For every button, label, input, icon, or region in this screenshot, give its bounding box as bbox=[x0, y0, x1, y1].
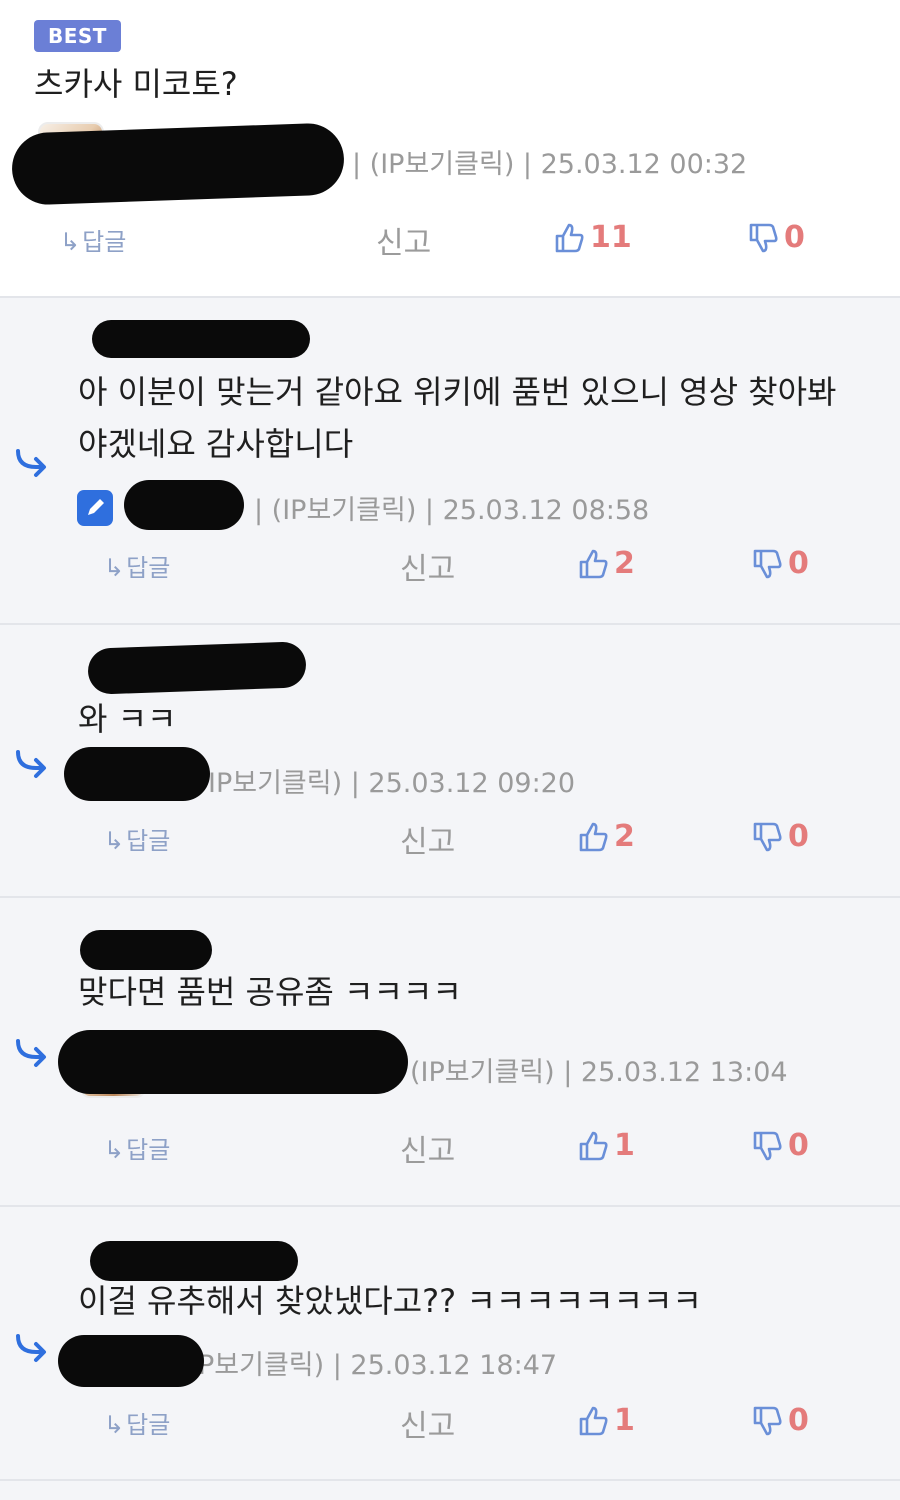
comment-text: 아 이분이 맞는거 같아요 위키에 품번 있으니 영상 찾아봐 야겠네요 감사합… bbox=[78, 373, 837, 463]
report-button[interactable]: 신고 bbox=[400, 544, 455, 588]
report-button[interactable]: 신고 bbox=[400, 817, 455, 861]
reply-arrow-icon bbox=[16, 1334, 46, 1362]
reply-label: 답글 bbox=[126, 1136, 171, 1164]
downvote-button[interactable]: 0 bbox=[752, 1128, 809, 1163]
thumbs-up-icon bbox=[579, 1131, 608, 1160]
reply-small-arrow-icon: ↳ bbox=[60, 228, 81, 256]
redacted-author bbox=[10, 122, 346, 206]
thumbs-down-icon bbox=[749, 223, 778, 252]
comment-meta: | (IP보기클릭) | 25.03.12 08:58 bbox=[254, 495, 650, 526]
pencil-icon bbox=[77, 490, 113, 526]
reply-label: 답글 bbox=[126, 1411, 171, 1439]
redacted-author bbox=[80, 930, 212, 970]
reply-comment: 아 이분이 맞는거 같아요 위키에 품번 있으니 영상 찾아봐 야겠네요 감사합… bbox=[0, 298, 900, 625]
upvote-count: 1 bbox=[614, 1128, 635, 1163]
report-button[interactable]: 신고 bbox=[376, 218, 431, 262]
thumbs-up-icon bbox=[555, 223, 584, 252]
comment-text: 맞다면 품번 공유좀 ㅋㅋㅋㅋ bbox=[78, 973, 462, 1011]
thumbs-down-icon bbox=[753, 1131, 782, 1160]
redacted-author bbox=[58, 1030, 408, 1094]
downvote-count: 0 bbox=[788, 819, 809, 854]
report-button[interactable]: 신고 bbox=[400, 1401, 455, 1445]
reply-button[interactable]: ↳답글 bbox=[60, 222, 126, 257]
reply-comment: 이걸 유추해서 찾았냈다고?? ㅋㅋㅋㅋㅋㅋㅋㅋ P보기클릭) | 25.03.… bbox=[0, 1207, 900, 1481]
thumbs-down-icon bbox=[753, 822, 782, 851]
upvote-count: 2 bbox=[614, 819, 635, 854]
upvote-button[interactable]: 11 bbox=[554, 220, 632, 255]
thumbs-up-icon bbox=[579, 1406, 608, 1435]
thumbs-up-icon bbox=[579, 822, 608, 851]
redacted-author bbox=[124, 480, 244, 530]
comment-meta: IP보기클릭) | 25.03.12 09:20 bbox=[208, 768, 576, 799]
downvote-count: 0 bbox=[788, 1403, 809, 1438]
upvote-button[interactable]: 1 bbox=[578, 1128, 635, 1163]
downvote-count: 0 bbox=[784, 220, 805, 255]
thumbs-up-icon bbox=[579, 549, 608, 578]
report-button[interactable]: 신고 bbox=[400, 1126, 455, 1170]
comment-meta: P보기클릭) | 25.03.12 18:47 bbox=[198, 1350, 558, 1381]
reply-button[interactable]: ↳답글 bbox=[104, 1405, 170, 1440]
redacted-author bbox=[87, 641, 307, 695]
downvote-count: 0 bbox=[788, 546, 809, 581]
redacted-author bbox=[92, 320, 310, 358]
upvote-button[interactable]: 2 bbox=[578, 819, 635, 854]
best-badge: BEST bbox=[34, 20, 121, 52]
reply-button[interactable]: ↳답글 bbox=[104, 1130, 170, 1165]
comment-text: 츠카사 미코토? bbox=[34, 65, 238, 103]
downvote-button[interactable]: 0 bbox=[752, 1403, 809, 1438]
reply-comment: 맞다면 품번 공유좀 ㅋㅋㅋㅋ (IP보기클릭) | 25.03.12 13:0… bbox=[0, 898, 900, 1207]
reply-button[interactable]: ↳답글 bbox=[104, 821, 170, 856]
reply-arrow-icon bbox=[16, 1039, 46, 1067]
reply-button[interactable]: ↳답글 bbox=[104, 548, 170, 583]
reply-label: 답글 bbox=[126, 554, 171, 582]
upvote-button[interactable]: 1 bbox=[578, 1403, 635, 1438]
downvote-button[interactable]: 0 bbox=[752, 819, 809, 854]
reply-arrow-icon bbox=[16, 449, 46, 477]
reply-small-arrow-icon: ↳ bbox=[104, 554, 125, 582]
reply-small-arrow-icon: ↳ bbox=[104, 1136, 125, 1164]
reply-small-arrow-icon: ↳ bbox=[104, 1411, 125, 1439]
thumbs-down-icon bbox=[753, 549, 782, 578]
downvote-button[interactable]: 0 bbox=[748, 220, 805, 255]
downvote-button[interactable]: 0 bbox=[752, 546, 809, 581]
reply-label: 답글 bbox=[82, 228, 127, 256]
thumbs-down-icon bbox=[753, 1406, 782, 1435]
upvote-button[interactable]: 2 bbox=[578, 546, 635, 581]
comment-meta: (IP보기클릭) | 25.03.12 13:04 bbox=[410, 1057, 788, 1088]
upvote-count: 1 bbox=[614, 1403, 635, 1438]
comment-text: 이걸 유추해서 찾았냈다고?? ㅋㅋㅋㅋㅋㅋㅋㅋ bbox=[78, 1282, 702, 1320]
comment-text: 와 ㅋㅋ bbox=[78, 700, 177, 738]
upvote-count: 11 bbox=[590, 220, 632, 255]
reply-comment: 와 ㅋㅋ IP보기클릭) | 25.03.12 09:20 ↳답글 신고 2 0 bbox=[0, 625, 900, 898]
reply-label: 답글 bbox=[126, 827, 171, 855]
reply-small-arrow-icon: ↳ bbox=[104, 827, 125, 855]
reply-arrow-icon bbox=[16, 750, 46, 778]
redacted-author bbox=[58, 1335, 204, 1387]
redacted-author bbox=[64, 747, 210, 801]
upvote-count: 2 bbox=[614, 546, 635, 581]
comment-meta: | (IP보기클릭) | 25.03.12 00:32 bbox=[352, 149, 748, 180]
downvote-count: 0 bbox=[788, 1128, 809, 1163]
best-comment: BEST 츠카사 미코토? | (IP보기클릭) | 25.03.12 00:3… bbox=[0, 0, 900, 298]
